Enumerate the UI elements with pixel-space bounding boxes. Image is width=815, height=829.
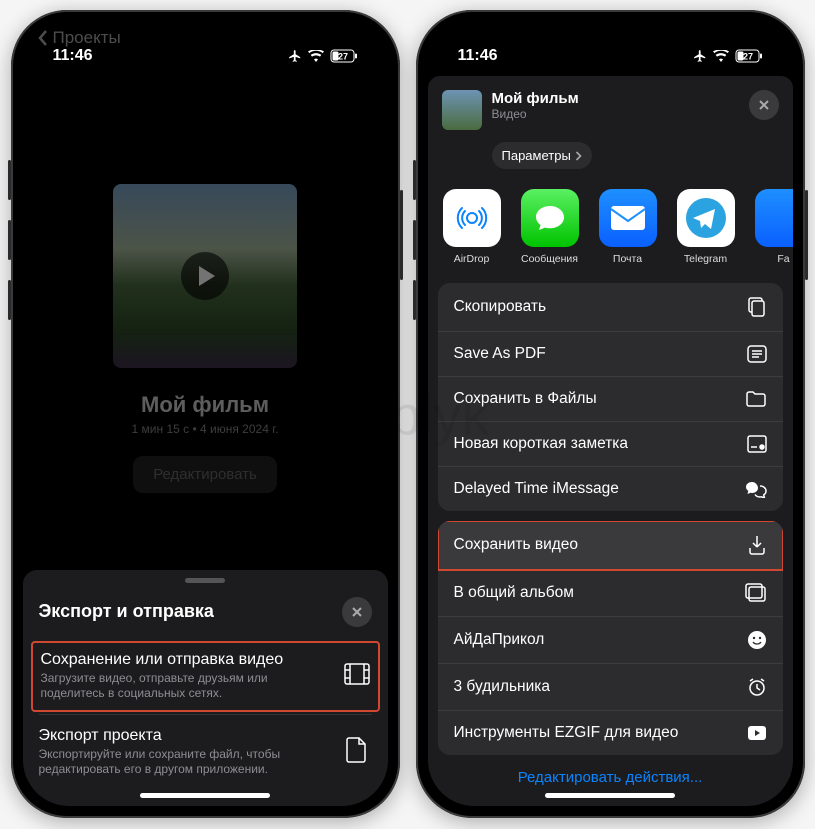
play-icon bbox=[181, 252, 229, 300]
video-icon bbox=[747, 725, 767, 741]
phone-right: 11:46 27 Мой фильм Видео bbox=[416, 10, 805, 818]
action-label: Сохранить видео bbox=[454, 536, 579, 554]
actions-group-1: Скопировать Save As PDF Сохранить в Файл… bbox=[438, 283, 783, 511]
app-label: Telegram bbox=[684, 253, 727, 265]
pdf-icon bbox=[747, 345, 767, 363]
phone-left: 11:46 27 Проекты Мой фильм 1 мин bbox=[11, 10, 400, 818]
action-label: 3 будильника bbox=[454, 678, 550, 696]
app-messages[interactable]: Сообщения bbox=[520, 189, 580, 265]
sheet-title: Экспорт и отправка bbox=[39, 601, 214, 622]
action-save-files[interactable]: Сохранить в Файлы bbox=[438, 377, 783, 422]
separator bbox=[39, 714, 372, 715]
home-indicator[interactable] bbox=[545, 793, 675, 798]
action-ezgif[interactable]: Инструменты EZGIF для видео bbox=[438, 711, 783, 755]
action-label: В общий альбом bbox=[454, 584, 574, 602]
action-delayed-imessage[interactable]: Delayed Time iMessage bbox=[438, 467, 783, 511]
mail-icon bbox=[599, 189, 657, 247]
action-shared-album[interactable]: В общий альбом bbox=[438, 570, 783, 617]
note-icon bbox=[747, 435, 767, 453]
action-label: Save As PDF bbox=[454, 345, 546, 363]
airplane-icon bbox=[693, 49, 707, 63]
back-label: Проекты bbox=[53, 28, 121, 48]
close-icon bbox=[351, 606, 363, 618]
telegram-icon bbox=[677, 189, 735, 247]
app-telegram[interactable]: Telegram bbox=[676, 189, 736, 265]
action-label: Инструменты EZGIF для видео bbox=[454, 724, 679, 742]
option-title: Экспорт проекта bbox=[39, 727, 334, 745]
share-sheet: Мой фильм Видео Параметры bbox=[428, 76, 793, 806]
option-desc: Экспортируйте или сохраните файл, чтобы … bbox=[39, 747, 334, 778]
smile-icon bbox=[747, 630, 767, 650]
close-button[interactable] bbox=[749, 90, 779, 120]
share-item-name: Мой фильм bbox=[492, 90, 739, 107]
film-icon bbox=[344, 663, 370, 690]
app-airdrop[interactable]: AirDrop bbox=[442, 189, 502, 265]
document-icon bbox=[346, 737, 372, 768]
option-title: Сохранение или отправка видео bbox=[41, 651, 332, 669]
parameters-label: Параметры bbox=[502, 148, 571, 163]
app-label: Сообщения bbox=[521, 253, 578, 265]
app-label: Почта bbox=[613, 253, 642, 265]
chevron-left-icon bbox=[37, 29, 49, 47]
action-new-note[interactable]: Новая короткая заметка bbox=[438, 422, 783, 467]
action-aida[interactable]: АйДаПрикол bbox=[438, 617, 783, 664]
copy-icon bbox=[747, 296, 767, 318]
action-save-pdf[interactable]: Save As PDF bbox=[438, 332, 783, 377]
export-sheet: Экспорт и отправка Сохранение или отправ… bbox=[23, 570, 388, 806]
status-time: 11:46 bbox=[458, 47, 498, 65]
save-send-video-option[interactable]: Сохранение или отправка видео Загрузите … bbox=[31, 641, 380, 712]
action-label: Скопировать bbox=[454, 298, 547, 316]
option-desc: Загрузите видео, отправьте друзьям или п… bbox=[41, 671, 332, 702]
action-label: Сохранить в Файлы bbox=[454, 390, 597, 408]
close-button[interactable] bbox=[342, 597, 372, 627]
close-icon bbox=[758, 99, 770, 111]
app-mail[interactable]: Почта bbox=[598, 189, 658, 265]
action-label: АйДаПрикол bbox=[454, 631, 545, 649]
action-alarms[interactable]: 3 будильника bbox=[438, 664, 783, 711]
app-label: AirDrop bbox=[454, 253, 490, 265]
svg-text:27: 27 bbox=[742, 52, 752, 62]
share-apps-row: AirDrop Сообщения Почта bbox=[428, 183, 793, 279]
battery-icon: 27 bbox=[735, 49, 763, 63]
action-label: Новая короткая заметка bbox=[454, 435, 629, 453]
app-facetime[interactable]: Fa bbox=[754, 189, 793, 265]
app-label: Fa bbox=[777, 253, 789, 265]
parameters-button[interactable]: Параметры bbox=[492, 142, 592, 169]
video-thumbnail[interactable] bbox=[113, 184, 297, 368]
edit-button[interactable]: Редактировать bbox=[133, 456, 277, 493]
app-icon-partial bbox=[755, 189, 793, 247]
action-save-video[interactable]: Сохранить видео bbox=[438, 521, 783, 570]
action-copy[interactable]: Скопировать bbox=[438, 283, 783, 332]
messages-icon bbox=[521, 189, 579, 247]
chevron-right-icon bbox=[575, 151, 582, 161]
folder-icon bbox=[745, 390, 767, 408]
movie-title: Мой фильм bbox=[141, 392, 269, 418]
share-item-type: Видео bbox=[492, 107, 739, 121]
album-icon bbox=[745, 583, 767, 603]
action-label: Delayed Time iMessage bbox=[454, 480, 619, 498]
home-indicator[interactable] bbox=[140, 793, 270, 798]
download-icon bbox=[747, 534, 767, 556]
movie-metadata: 1 мин 15 с • 4 июня 2024 г. bbox=[132, 422, 279, 436]
alarm-icon bbox=[747, 677, 767, 697]
wifi-icon bbox=[713, 50, 729, 62]
chat-icon bbox=[745, 480, 767, 498]
export-project-option[interactable]: Экспорт проекта Экспортируйте или сохран… bbox=[23, 717, 388, 788]
dynamic-island bbox=[150, 36, 260, 68]
sheet-grabber[interactable] bbox=[185, 578, 225, 583]
airdrop-icon bbox=[443, 189, 501, 247]
dynamic-island bbox=[555, 36, 665, 68]
actions-group-2: Сохранить видео В общий альбом АйДаПрико… bbox=[438, 521, 783, 755]
share-thumbnail bbox=[442, 90, 482, 130]
